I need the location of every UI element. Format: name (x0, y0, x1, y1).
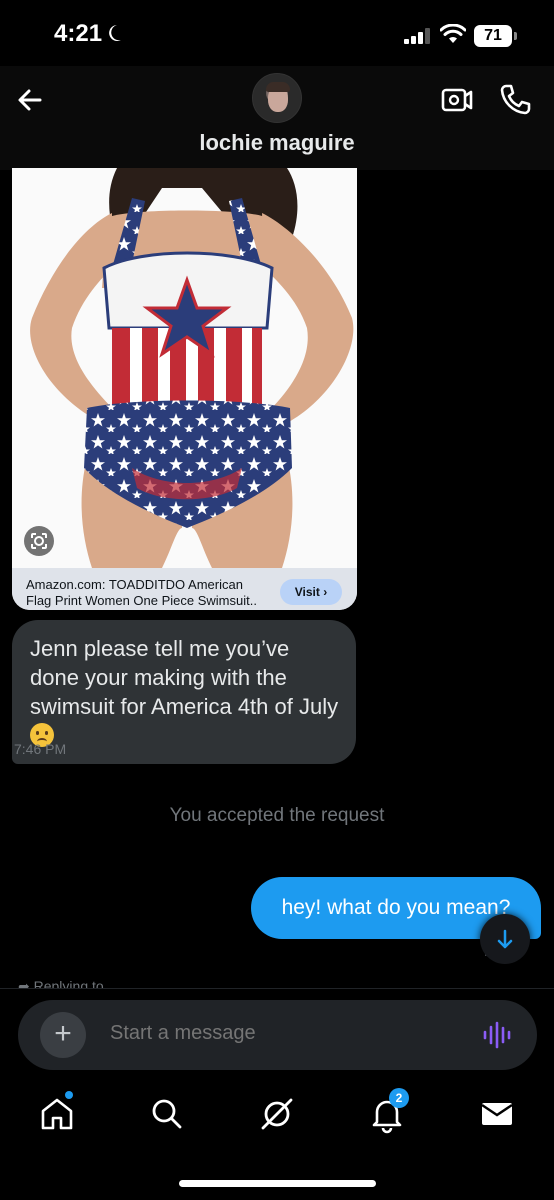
nav-grok[interactable] (257, 1094, 297, 1134)
video-call-icon[interactable] (440, 84, 474, 116)
message-text: hey! what do you mean? (281, 896, 511, 919)
message-input[interactable] (110, 1022, 450, 1045)
voice-message-icon[interactable] (482, 1021, 512, 1049)
link-preview-footer: Amazon.com: TOADDITDO American Flag Prin… (12, 568, 357, 610)
wifi-icon (440, 24, 466, 43)
add-attachment-button[interactable]: + (40, 1012, 86, 1058)
notification-badge: 2 (389, 1088, 409, 1108)
grok-icon (261, 1098, 293, 1130)
unread-dot (65, 1091, 73, 1099)
arrow-down-icon (497, 929, 513, 949)
home-icon (41, 1098, 73, 1130)
battery-indicator: 71 (474, 25, 517, 47)
composer-divider (0, 988, 554, 989)
message-text: Jenn please tell me you’ve done your mak… (30, 636, 339, 719)
phone-call-icon[interactable] (498, 82, 532, 116)
back-arrow-icon[interactable] (14, 84, 46, 116)
contact-avatar[interactable] (252, 73, 302, 123)
nav-search[interactable] (147, 1094, 187, 1134)
visual-search-icon[interactable] (24, 526, 54, 556)
visit-button[interactable]: Visit › (280, 579, 342, 605)
message-composer: + (18, 1000, 537, 1070)
home-indicator (179, 1180, 376, 1187)
cellular-signal-icon (404, 28, 430, 44)
search-icon (152, 1099, 182, 1129)
contact-name[interactable]: lochie maguire (0, 130, 554, 156)
status-time: 4:21 (54, 20, 103, 47)
conversation-header: lochie maguire (0, 66, 554, 170)
link-title[interactable]: Amazon.com: TOADDITDO American Flag Prin… (26, 577, 266, 609)
nav-home[interactable] (37, 1091, 77, 1134)
reply-arrow-icon: ➦ (18, 978, 34, 988)
replying-to-text: Replying to (33, 978, 104, 988)
envelope-icon (481, 1103, 513, 1125)
scroll-to-bottom-button[interactable] (480, 914, 530, 964)
status-bar: 4:21 71 (0, 0, 554, 66)
moon-icon (109, 25, 121, 41)
system-message: You accepted the request (169, 805, 385, 826)
nav-messages[interactable] (477, 1094, 517, 1134)
shared-link-card[interactable]: Amazon.com: TOADDITDO American Flag Prin… (12, 168, 357, 610)
nav-notifications[interactable]: 2 (367, 1088, 409, 1134)
product-image (12, 168, 357, 568)
message-timestamp: 7:46 PM (14, 741, 67, 757)
replying-to-label: ➦ Replying to (18, 978, 104, 988)
